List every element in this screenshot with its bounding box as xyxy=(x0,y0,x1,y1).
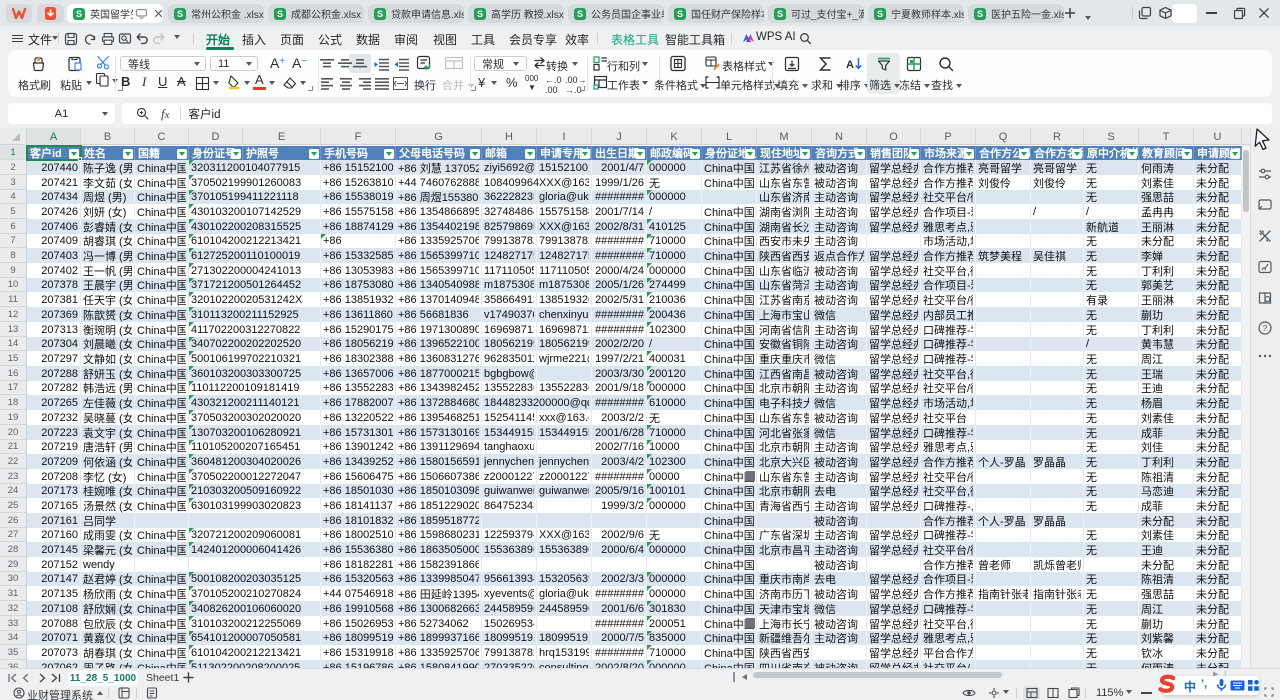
svg-text:A: A xyxy=(846,59,854,71)
svg-text:?: ? xyxy=(1263,323,1268,333)
